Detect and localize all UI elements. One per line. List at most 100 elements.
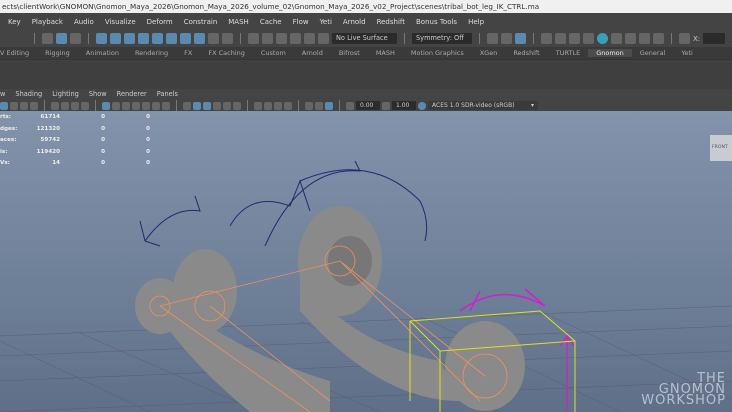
snap-view-icon[interactable]	[152, 33, 163, 44]
camera-icon[interactable]	[20, 101, 28, 110]
panel-menu-renderer[interactable]: Renderer	[117, 89, 147, 100]
snap-point-icon[interactable]	[124, 33, 135, 44]
shelf-tab[interactable]: XGen	[472, 49, 506, 57]
field-chart-icon[interactable]	[142, 101, 150, 110]
resolution-gate-icon[interactable]	[122, 101, 130, 110]
select-icon[interactable]	[222, 33, 233, 44]
render-frame-icon[interactable]	[555, 33, 566, 44]
snap-live-icon[interactable]	[166, 33, 177, 44]
shelf-tab[interactable]: TURTLE	[548, 49, 588, 57]
3d-viewport[interactable]: rts: 61714 0 0 dges: 121320 0 0 aces: 59742 0 0 i…	[0, 111, 732, 412]
xray-icon[interactable]	[305, 101, 313, 110]
snap-grid-icon[interactable]	[96, 33, 107, 44]
menu-deform[interactable]: Deform	[147, 18, 173, 26]
smooth-shade-icon[interactable]	[193, 101, 201, 110]
input-ops-icon[interactable]	[487, 33, 498, 44]
grease-pencil-icon[interactable]	[81, 101, 89, 110]
shelf-tab[interactable]: FX	[176, 49, 200, 57]
menu-mash[interactable]: MASH	[228, 18, 249, 26]
menu-yeti[interactable]: Yeti	[320, 18, 332, 26]
select-hierarchy-icon[interactable]	[42, 33, 53, 44]
camera-icon[interactable]	[10, 101, 18, 110]
magnet-icon[interactable]	[276, 33, 287, 44]
grid-icon[interactable]	[102, 101, 110, 110]
menu-cache[interactable]: Cache	[260, 18, 282, 26]
menu-visualize[interactable]: Visualize	[105, 18, 136, 26]
menu-playback[interactable]: Playback	[32, 18, 63, 26]
shelf-tab[interactable]: FX Caching	[200, 49, 253, 57]
magnet-icon[interactable]	[290, 33, 301, 44]
shelf-tab[interactable]: Yeti	[673, 49, 700, 57]
gamma-input[interactable]: 1.00	[392, 101, 416, 110]
x-input[interactable]	[703, 33, 726, 44]
hypershade-icon[interactable]	[597, 33, 608, 44]
construction-history-icon[interactable]	[515, 33, 526, 44]
render-settings-icon[interactable]	[541, 33, 552, 44]
panel-menu-view[interactable]: w	[0, 89, 5, 100]
shelf-tab[interactable]: Rigging	[37, 49, 78, 57]
gamma-icon[interactable]	[382, 101, 390, 110]
menu-flow[interactable]: Flow	[293, 18, 309, 26]
menu-constrain[interactable]: Constrain	[184, 18, 218, 26]
view-cube[interactable]: FRONT	[710, 135, 732, 161]
panel-menu-shading[interactable]: Shading	[15, 89, 42, 100]
render-view-icon[interactable]	[611, 33, 622, 44]
shelf-tab[interactable]: Redshift	[505, 49, 547, 57]
menu-help[interactable]: Help	[468, 18, 484, 26]
motion-blur-icon[interactable]	[264, 101, 272, 110]
live-surface-field[interactable]: No Live Surface	[332, 33, 397, 44]
xray-active-icon[interactable]	[325, 101, 333, 110]
shelf-tab[interactable]: V Editing	[0, 49, 37, 57]
shelf-tab[interactable]: Motion Graphics	[403, 49, 472, 57]
color-space-dropdown[interactable]: ACES 1.0 SDR-video (sRGB) ▾	[428, 101, 538, 110]
output-ops-icon[interactable]	[501, 33, 512, 44]
layout-icon[interactable]	[679, 33, 690, 44]
menu-bonus-tools[interactable]: Bonus Tools	[416, 18, 457, 26]
xray-joints-icon[interactable]	[315, 101, 323, 110]
gate-mask-icon[interactable]	[132, 101, 140, 110]
magnet-icon[interactable]	[248, 33, 259, 44]
magnet-icon[interactable]	[318, 33, 329, 44]
safe-title-icon[interactable]	[162, 101, 170, 110]
shelf-tab[interactable]: Bifrost	[331, 49, 368, 57]
wireframe-on-shaded-icon[interactable]	[203, 101, 211, 110]
help-icon[interactable]	[194, 33, 205, 44]
camera-icon[interactable]	[30, 101, 38, 110]
safe-action-icon[interactable]	[152, 101, 160, 110]
lock-icon[interactable]	[208, 33, 219, 44]
menu-key[interactable]: Key	[8, 18, 21, 26]
menu-audio[interactable]: Audio	[74, 18, 94, 26]
magnet-icon[interactable]	[262, 33, 273, 44]
shelf-tab[interactable]: Rendering	[127, 49, 176, 57]
bookmark-icon[interactable]	[61, 101, 69, 110]
shelf-tab-active[interactable]: Gnomon	[588, 49, 632, 57]
textured-icon[interactable]	[213, 101, 221, 110]
render-setup-icon[interactable]	[625, 33, 636, 44]
ambient-occlusion-icon[interactable]	[254, 101, 262, 110]
pause-icon[interactable]	[653, 33, 664, 44]
film-gate-icon[interactable]	[112, 101, 120, 110]
symmetry-dropdown[interactable]: Symmetry: Off	[412, 33, 472, 44]
camera-attr-icon[interactable]	[51, 101, 59, 110]
select-object-icon[interactable]	[56, 33, 67, 44]
snap-curve-icon[interactable]	[110, 33, 121, 44]
exposure-input[interactable]: 0.00	[356, 101, 380, 110]
shelf-tab[interactable]: General	[632, 49, 674, 57]
menu-arnold[interactable]: Arnold	[343, 18, 366, 26]
isolate-icon[interactable]	[284, 101, 292, 110]
menu-redshift[interactable]: Redshift	[377, 18, 405, 26]
image-plane-icon[interactable]	[71, 101, 79, 110]
shadows-icon[interactable]	[233, 101, 241, 110]
ipr-render-icon[interactable]	[569, 33, 580, 44]
panel-menu-show[interactable]: Show	[89, 89, 107, 100]
shelf-tab[interactable]: Custom	[253, 49, 294, 57]
color-management-icon[interactable]	[418, 101, 426, 110]
render-sequence-icon[interactable]	[583, 33, 594, 44]
shelf-tab[interactable]: MASH	[368, 49, 403, 57]
lights-icon[interactable]	[223, 101, 231, 110]
select-camera-icon[interactable]	[0, 101, 8, 110]
shelf-tab[interactable]: Arnold	[294, 49, 331, 57]
light-editor-icon[interactable]	[639, 33, 650, 44]
snap-surface-icon[interactable]	[138, 33, 149, 44]
wireframe-icon[interactable]	[183, 101, 191, 110]
